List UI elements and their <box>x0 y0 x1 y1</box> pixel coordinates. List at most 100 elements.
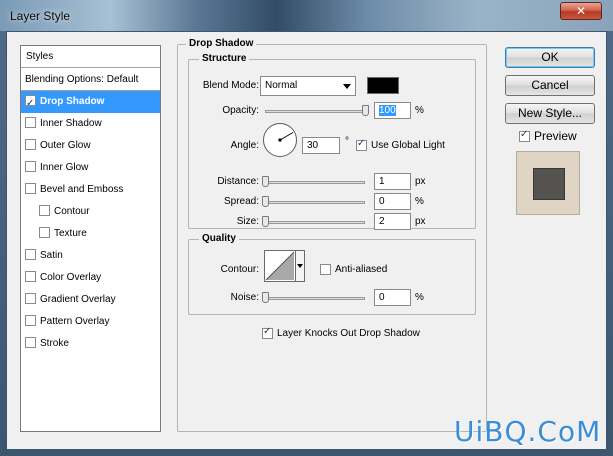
size-label: Size: <box>236 216 259 227</box>
style-item-label: Contour <box>54 206 90 217</box>
style-item-label: Inner Shadow <box>40 118 102 129</box>
drop-shadow-panel: Drop Shadow Structure Blend Mode: Normal… <box>177 38 487 432</box>
angle-unit: ° <box>345 136 349 147</box>
style-item-checkbox[interactable] <box>25 337 36 348</box>
style-item-checkbox[interactable] <box>25 161 36 172</box>
preview-checkbox[interactable] <box>519 129 530 142</box>
size-slider-thumb[interactable] <box>262 216 269 227</box>
distance-slider-thumb[interactable] <box>262 176 269 187</box>
style-item-label: Blending Options: Default <box>25 74 139 85</box>
contour-label: Contour: <box>220 264 259 275</box>
style-item-inner-shadow[interactable]: Inner Shadow <box>21 113 160 135</box>
style-item-label: Color Overlay <box>40 272 102 283</box>
style-item-checkbox[interactable] <box>25 315 36 326</box>
noise-input[interactable]: 0 <box>374 289 411 306</box>
style-item-checkbox[interactable] <box>25 183 36 194</box>
spread-label: Spread: <box>223 196 259 207</box>
distance-unit: px <box>415 176 426 187</box>
style-item-contour[interactable]: Contour <box>21 201 160 223</box>
style-item-checkbox[interactable] <box>25 139 36 150</box>
quality-group: Quality Contour: Anti-aliased Noise: 0 % <box>188 233 476 315</box>
watermark-text: UiBQ.CoM <box>454 415 602 448</box>
noise-label: Noise: <box>230 292 259 303</box>
opacity-slider-track[interactable] <box>265 110 365 113</box>
contour-picker[interactable] <box>264 250 306 282</box>
window-title: Layer Style <box>10 9 71 23</box>
distance-input[interactable]: 1 <box>374 173 411 190</box>
layer-style-window: Layer Style ✕ Styles Blending Options: D… <box>0 0 613 456</box>
style-item-gradient-overlay[interactable]: Gradient Overlay <box>21 289 160 311</box>
structure-title: Structure <box>199 53 250 64</box>
angle-input[interactable]: 30 <box>302 137 340 154</box>
spread-slider-thumb[interactable] <box>262 196 269 207</box>
blend-mode-value: Normal <box>265 80 298 91</box>
use-global-light-label: Use Global Light <box>371 140 445 151</box>
structure-group: Structure Blend Mode: Normal Opacity: 10… <box>188 53 476 230</box>
style-item-color-overlay[interactable]: Color Overlay <box>21 267 160 289</box>
blend-mode-label: Blend Mode: <box>202 80 259 91</box>
use-global-light-checkbox[interactable] <box>356 138 367 151</box>
size-slider-track[interactable] <box>265 221 365 224</box>
style-item-checkbox[interactable] <box>25 117 36 128</box>
style-item-label: Bevel and Emboss <box>40 184 124 195</box>
anti-aliased-label: Anti-aliased <box>335 264 388 275</box>
noise-unit: % <box>415 292 424 303</box>
style-item-label: Gradient Overlay <box>40 294 116 305</box>
style-item-checkbox[interactable] <box>25 293 36 304</box>
size-unit: px <box>415 216 426 227</box>
style-item-drop-shadow[interactable]: Drop Shadow <box>21 91 160 115</box>
style-item-label: Stroke <box>40 338 69 349</box>
style-item-checkbox[interactable] <box>25 249 36 260</box>
style-item-checkbox[interactable] <box>25 93 36 115</box>
style-item-satin[interactable]: Satin <box>21 245 160 267</box>
noise-slider-thumb[interactable] <box>262 292 269 303</box>
style-item-label: Outer Glow <box>40 140 91 151</box>
preview-label: Preview <box>534 129 577 143</box>
style-item-bevel-and-emboss[interactable]: Bevel and Emboss <box>21 179 160 201</box>
size-input[interactable]: 2 <box>374 213 411 230</box>
style-item-blending-options-default[interactable]: Blending Options: Default <box>21 69 160 91</box>
opacity-slider-thumb[interactable] <box>362 105 369 116</box>
styles-list-header[interactable]: Styles <box>21 46 160 68</box>
title-bar[interactable]: Layer Style ✕ <box>0 0 613 31</box>
opacity-input[interactable]: 100 <box>374 102 411 119</box>
style-item-label: Drop Shadow <box>40 96 105 107</box>
style-item-stroke[interactable]: Stroke <box>21 333 160 355</box>
knocks-out-checkbox[interactable] <box>262 326 273 339</box>
ok-button[interactable]: OK <box>505 47 595 68</box>
style-item-outer-glow[interactable]: Outer Glow <box>21 135 160 157</box>
style-item-label: Pattern Overlay <box>40 316 110 327</box>
noise-slider-track[interactable] <box>265 297 365 300</box>
preview-swatch <box>533 168 565 200</box>
new-style-button[interactable]: New Style... <box>505 103 595 124</box>
chevron-down-icon <box>343 84 351 89</box>
preview-thumbnail <box>516 151 580 215</box>
angle-label: Angle: <box>230 140 259 151</box>
knocks-out-label: Layer Knocks Out Drop Shadow <box>277 328 420 339</box>
style-item-checkbox[interactable] <box>25 271 36 282</box>
angle-dial[interactable] <box>262 122 298 158</box>
shadow-color-swatch[interactable] <box>367 77 399 94</box>
style-item-texture[interactable]: Texture <box>21 223 160 245</box>
cancel-button[interactable]: Cancel <box>505 75 595 96</box>
distance-label: Distance: <box>217 176 259 187</box>
drop-shadow-title: Drop Shadow <box>186 38 257 49</box>
style-item-pattern-overlay[interactable]: Pattern Overlay <box>21 311 160 333</box>
blend-mode-select[interactable]: Normal <box>260 76 356 96</box>
opacity-unit: % <box>415 105 424 116</box>
close-button[interactable]: ✕ <box>560 2 602 20</box>
style-item-checkbox[interactable] <box>39 205 50 216</box>
spread-input[interactable]: 0 <box>374 193 411 210</box>
dialog-body: Styles Blending Options: Default Drop Sha… <box>6 31 607 450</box>
spread-unit: % <box>415 196 424 207</box>
style-item-label: Satin <box>40 250 63 261</box>
style-item-label: Texture <box>54 228 87 239</box>
style-item-label: Inner Glow <box>40 162 89 173</box>
style-item-inner-glow[interactable]: Inner Glow <box>21 157 160 179</box>
spread-slider-track[interactable] <box>265 201 365 204</box>
styles-list: Styles Blending Options: Default Drop Sha… <box>20 45 161 432</box>
anti-aliased-checkbox[interactable] <box>320 264 331 275</box>
opacity-label: Opacity: <box>222 105 259 116</box>
distance-slider-track[interactable] <box>265 181 365 184</box>
style-item-checkbox[interactable] <box>39 227 50 238</box>
